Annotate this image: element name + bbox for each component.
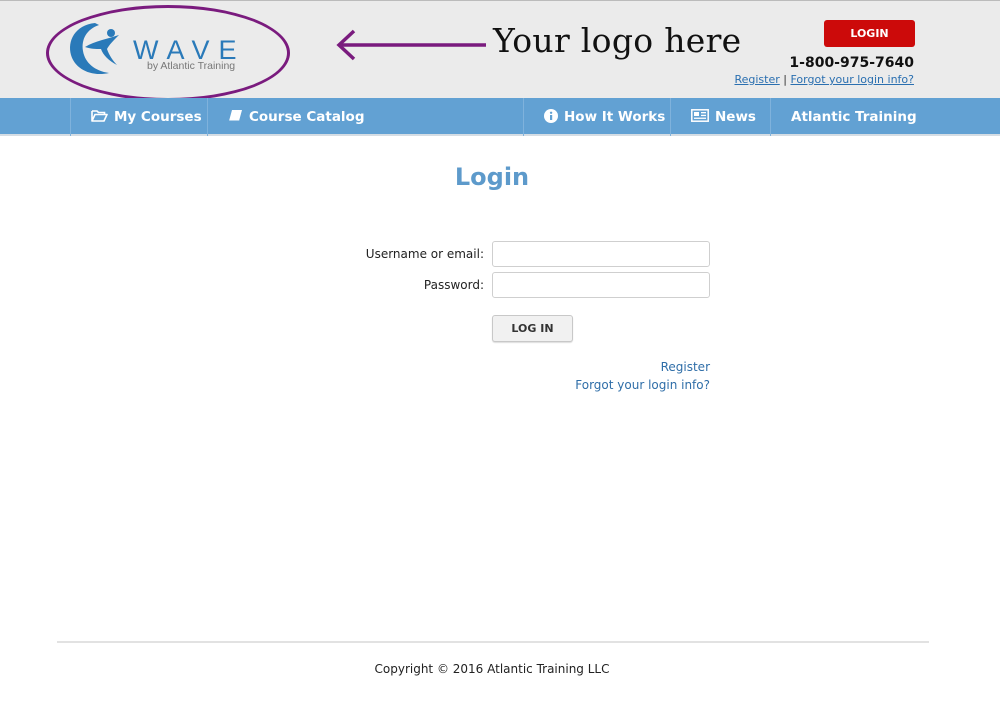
username-label: Username or email:: [365, 247, 484, 261]
logo-placeholder-annotation: Your logo here: [493, 21, 742, 60]
password-input[interactable]: [492, 272, 710, 298]
nav-item-how-it-works[interactable]: How It Works: [523, 98, 670, 136]
header-login-button[interactable]: LOGIN: [824, 20, 915, 47]
nav-item-my-courses[interactable]: My Courses: [70, 98, 207, 136]
nav-label: Course Catalog: [249, 109, 365, 125]
site-header: WAVE by Atlantic Training Your logo here…: [0, 0, 1000, 101]
password-label: Password:: [423, 278, 484, 292]
header-links: Register | Forgot your login info?: [734, 73, 914, 86]
register-link[interactable]: Register: [661, 360, 710, 374]
swimmer-wave-icon: [70, 23, 119, 75]
wave-logo[interactable]: WAVE by Atlantic Training: [65, 19, 275, 81]
nav-item-course-catalog[interactable]: Course Catalog: [207, 98, 523, 136]
page-title: Login: [454, 163, 530, 191]
login-submit-button[interactable]: LOG IN: [492, 315, 573, 342]
arrow-left-icon: [336, 29, 486, 61]
phone-number: 1-800-975-7640: [789, 55, 914, 71]
info-circle-icon: [544, 108, 558, 123]
newspaper-icon: [691, 109, 709, 122]
logo-tagline: by Atlantic Training: [147, 60, 236, 72]
nav-item-news[interactable]: News: [670, 98, 770, 136]
folder-open-icon: [91, 110, 108, 122]
username-input[interactable]: [492, 241, 710, 267]
nav-label: Atlantic Training: [791, 109, 917, 125]
header-register-link[interactable]: Register: [734, 73, 779, 86]
footer-divider: [57, 641, 929, 643]
nav-label: My Courses: [114, 109, 202, 125]
header-forgot-link[interactable]: Forgot your login info?: [790, 73, 914, 86]
link-separator: |: [783, 73, 787, 86]
nav-label: How It Works: [564, 109, 666, 125]
nav-label: News: [715, 109, 756, 125]
book-icon: [229, 109, 242, 121]
copyright-text: Copyright © 2016 Atlantic Training LLC: [374, 662, 610, 676]
main-nav: My Courses Course Catalog How It Works N…: [0, 98, 1000, 136]
nav-item-atlantic-training[interactable]: Atlantic Training: [770, 98, 1000, 136]
forgot-login-link[interactable]: Forgot your login info?: [575, 378, 710, 392]
